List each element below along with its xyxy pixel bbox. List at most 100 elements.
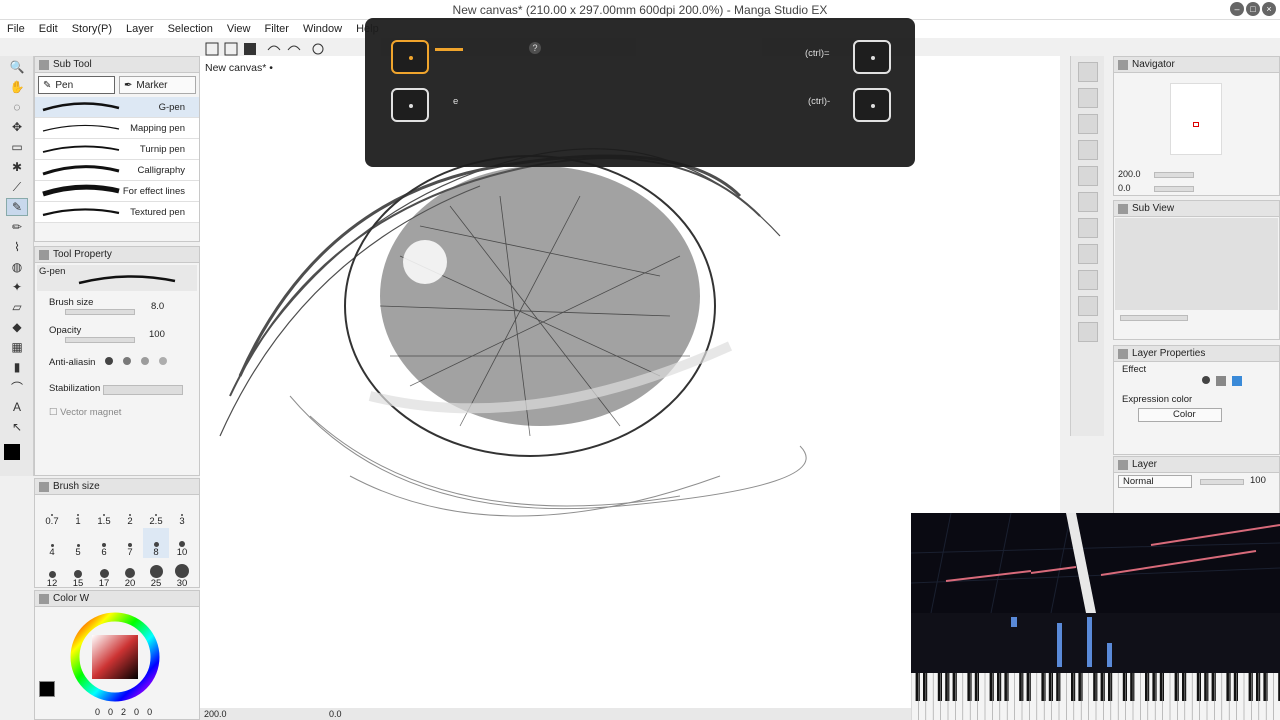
view-frame[interactable] xyxy=(1193,122,1199,127)
material-icon[interactable] xyxy=(1078,62,1098,82)
move-tool-icon[interactable]: ✥ xyxy=(6,118,28,136)
anti-alias-mid[interactable] xyxy=(141,357,149,365)
brush-size-option[interactable]: 10 xyxy=(169,528,195,558)
brush-size-option[interactable]: 30 xyxy=(169,559,195,589)
tab-marker[interactable]: ✒ Marker xyxy=(119,76,196,94)
opacity-slider[interactable] xyxy=(65,337,135,343)
vector-magnet-checkbox[interactable]: ☐ Vector magnet xyxy=(49,407,121,418)
palette-icon[interactable] xyxy=(1078,88,1098,108)
menu-filter[interactable]: Filter xyxy=(258,20,296,38)
stabilization-slider[interactable] xyxy=(103,385,183,395)
text-tool-icon[interactable]: A xyxy=(6,398,28,416)
brush-size-option[interactable]: 17 xyxy=(91,559,117,589)
brush-size-option[interactable]: 5 xyxy=(65,528,91,558)
menu-selection[interactable]: Selection xyxy=(161,20,220,38)
brush-size-option[interactable]: 0.7 xyxy=(39,497,65,527)
brush-size-option[interactable]: 20 xyxy=(117,559,143,589)
effect-buttons[interactable] xyxy=(1202,376,1242,386)
status-angle[interactable]: 0.0 xyxy=(329,709,342,719)
quick-access-icon[interactable] xyxy=(1078,296,1098,316)
current-color-swatch[interactable] xyxy=(39,681,55,697)
sub-view-slider[interactable] xyxy=(1120,315,1188,321)
fill-tool-icon[interactable]: ◆ xyxy=(6,318,28,336)
anti-alias-weak[interactable] xyxy=(123,357,131,365)
menu-file[interactable]: File xyxy=(0,20,32,38)
blend-mode-select[interactable]: Normal xyxy=(1118,475,1192,488)
brush-tool-icon[interactable]: ⌇ xyxy=(6,238,28,256)
status-zoom[interactable]: 200.0 xyxy=(204,709,227,719)
brush-size-option[interactable]: 2 xyxy=(117,497,143,527)
brush-size-option[interactable]: 25 xyxy=(143,559,169,589)
auto-action-icon[interactable] xyxy=(1078,192,1098,212)
brush-calligraphy[interactable]: Calligraphy xyxy=(35,160,199,181)
lasso-tool-icon[interactable]: ◌ xyxy=(6,98,28,116)
effect-color-icon[interactable] xyxy=(1232,376,1242,386)
anti-alias-options[interactable] xyxy=(105,357,167,365)
eyedropper-icon[interactable]: ⟋ xyxy=(6,178,28,196)
brush-turnip-pen[interactable]: Turnip pen xyxy=(35,139,199,160)
select-tool-icon[interactable]: ▭ xyxy=(6,138,28,156)
rotate-slider[interactable] xyxy=(1154,186,1194,192)
tone-icon[interactable] xyxy=(1078,114,1098,134)
decoration-tool-icon[interactable]: ✦ xyxy=(6,278,28,296)
tab-new-canvas[interactable]: New canvas* • xyxy=(200,60,280,76)
brush-size-option[interactable]: 1.5 xyxy=(91,497,117,527)
maximize-icon[interactable]: □ xyxy=(1246,2,1260,16)
opacity-value[interactable]: 100 xyxy=(149,329,165,340)
brush-size-slider[interactable] xyxy=(65,309,135,315)
airbrush-tool-icon[interactable]: ◍ xyxy=(6,258,28,276)
gradient-tool-icon[interactable]: ▦ xyxy=(6,338,28,356)
menu-view[interactable]: View xyxy=(220,20,258,38)
brush-textured-pen[interactable]: Textured pen xyxy=(35,202,199,223)
effect-tone-icon[interactable] xyxy=(1216,376,1226,386)
brush-size-option[interactable]: 6 xyxy=(91,528,117,558)
navigator-zoom[interactable]: 200.0 xyxy=(1118,169,1141,179)
tab-close-icon[interactable]: • xyxy=(269,62,273,74)
brush-effect-lines[interactable]: For effect lines xyxy=(35,181,199,202)
story-icon[interactable] xyxy=(1078,244,1098,264)
correct-line-icon[interactable]: ↖ xyxy=(6,418,28,436)
panel-grip-icon[interactable] xyxy=(39,250,49,260)
ruler-tool-icon[interactable]: ⌒ xyxy=(6,378,28,396)
foreground-color-swatch[interactable] xyxy=(4,444,20,460)
layer-search-icon[interactable] xyxy=(1078,166,1098,186)
color-wheel[interactable] xyxy=(65,609,185,705)
tool-settings-icon[interactable] xyxy=(1078,270,1098,290)
navigator-preview[interactable] xyxy=(1170,83,1222,155)
expression-color-select[interactable]: Color xyxy=(1138,408,1222,422)
navigator-angle[interactable]: 0.0 xyxy=(1118,183,1131,193)
figure-tool-icon[interactable]: ▮ xyxy=(6,358,28,376)
minimize-icon[interactable]: – xyxy=(1230,2,1244,16)
panel-grip-icon[interactable] xyxy=(1118,204,1128,214)
brush-size-option[interactable]: 4 xyxy=(39,528,65,558)
tab-pen[interactable]: ✎ Pen xyxy=(38,76,115,94)
magic-wand-icon[interactable]: ✱ xyxy=(6,158,28,176)
anti-alias-strong[interactable] xyxy=(159,357,167,365)
menu-story[interactable]: Story(P) xyxy=(65,20,119,38)
close-icon[interactable]: × xyxy=(1262,2,1276,16)
panel-grip-icon[interactable] xyxy=(1118,349,1128,359)
menu-layer[interactable]: Layer xyxy=(119,20,161,38)
panel-grip-icon[interactable] xyxy=(39,482,49,492)
brush-mapping-pen[interactable]: Mapping pen xyxy=(35,118,199,139)
eraser-tool-icon[interactable]: ▱ xyxy=(6,298,28,316)
history-icon[interactable] xyxy=(1078,140,1098,160)
brush-size-option[interactable]: 1 xyxy=(65,497,91,527)
zoom-tool-icon[interactable]: 🔍 xyxy=(6,58,28,76)
brush-size-option[interactable]: 2.5 xyxy=(143,497,169,527)
brush-size-option[interactable]: 12 xyxy=(39,559,65,589)
panel-grip-icon[interactable] xyxy=(1118,460,1128,470)
pen-tool-icon[interactable]: ✎ xyxy=(6,198,28,216)
item-bank-icon[interactable] xyxy=(1078,218,1098,238)
panel-grip-icon[interactable] xyxy=(1118,60,1128,70)
effect-border-icon[interactable] xyxy=(1202,376,1210,384)
sub-view-area[interactable] xyxy=(1115,218,1278,310)
pencil-tool-icon[interactable]: ✏ xyxy=(6,218,28,236)
brush-size-option[interactable]: 8 xyxy=(143,528,169,558)
brush-size-value[interactable]: 8.0 xyxy=(151,301,164,312)
panel-grip-icon[interactable] xyxy=(39,60,49,70)
menu-edit[interactable]: Edit xyxy=(32,20,65,38)
hand-tool-icon[interactable]: ✋ xyxy=(6,78,28,96)
panel-grip-icon[interactable] xyxy=(39,594,49,604)
anti-alias-none[interactable] xyxy=(105,357,113,365)
